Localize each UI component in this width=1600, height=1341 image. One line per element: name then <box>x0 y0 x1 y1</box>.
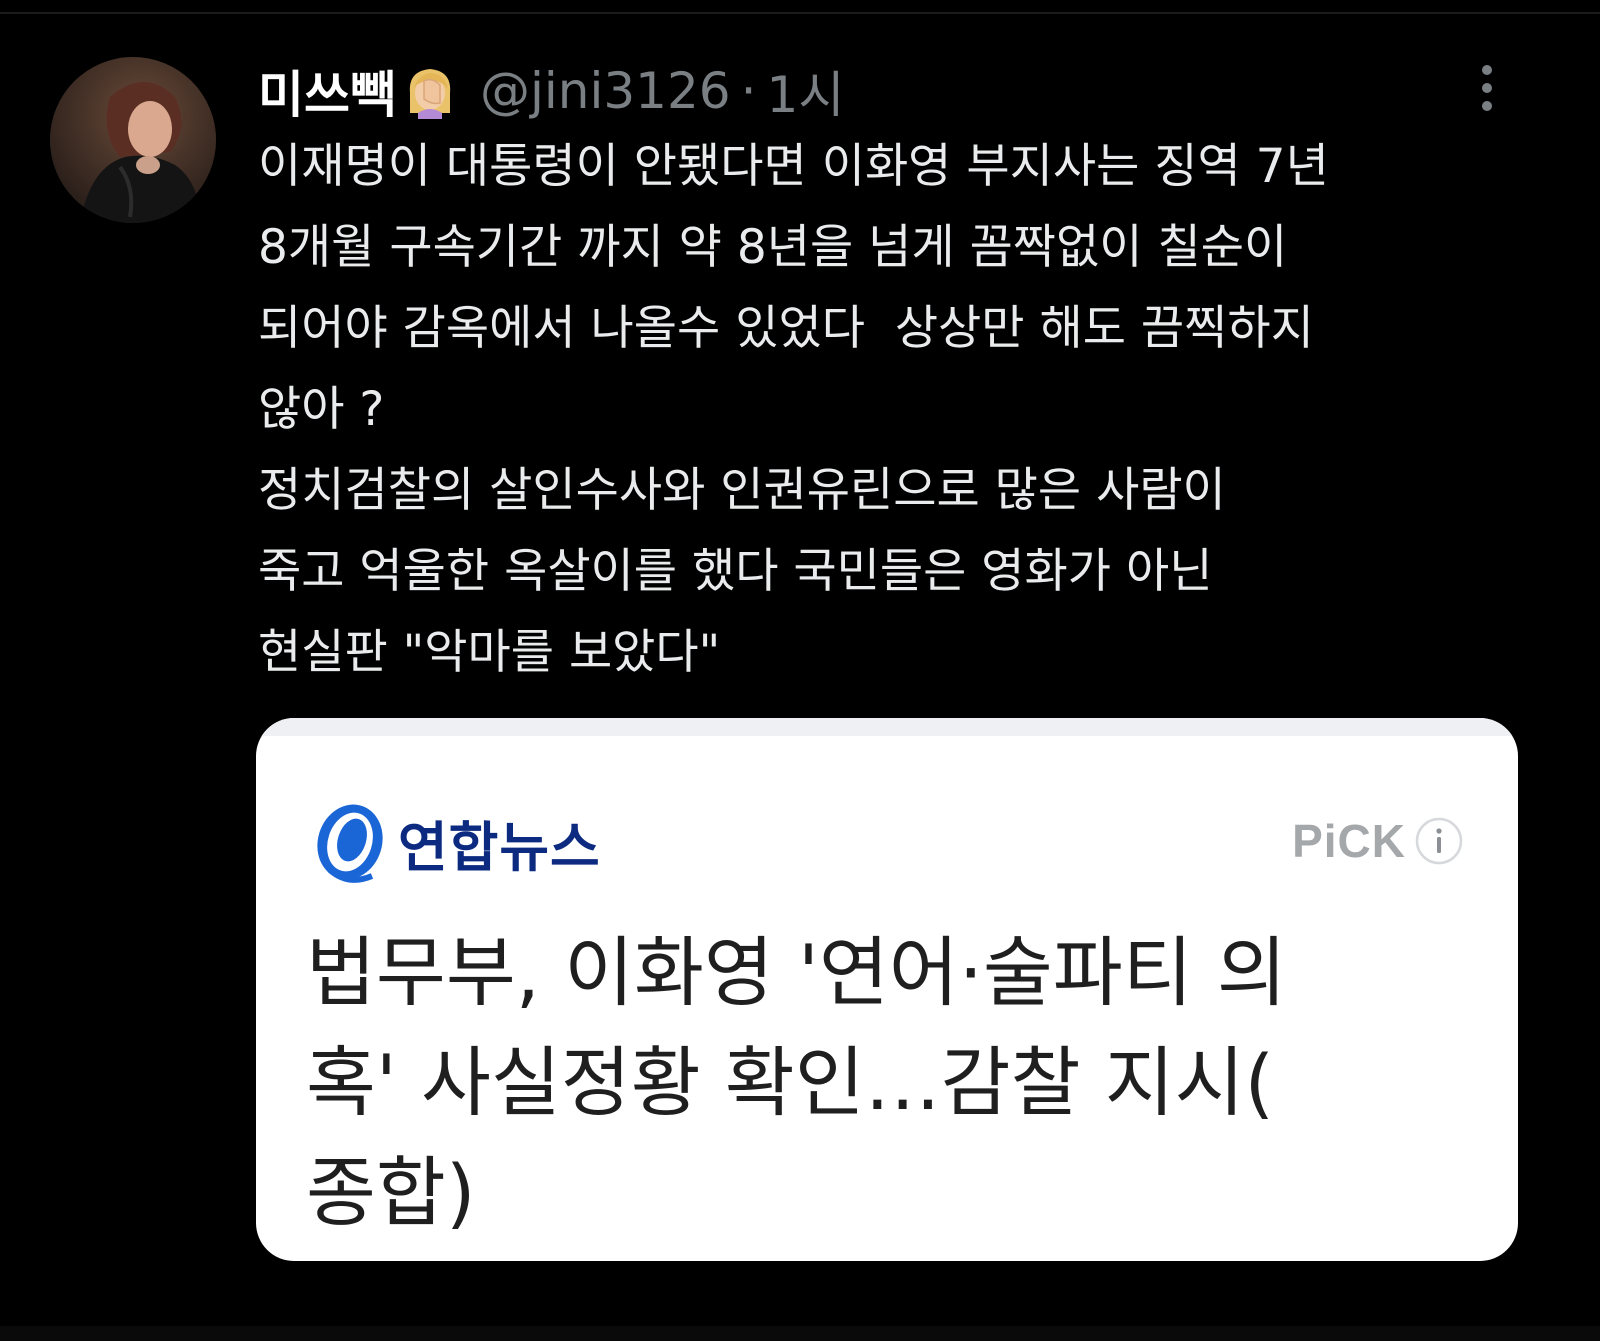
tweet-text-line: 않아 ? <box>258 382 385 437</box>
top-divider <box>0 12 1600 14</box>
action-bar-edge <box>0 1326 1600 1341</box>
pick-label: PiCK <box>1292 815 1406 867</box>
tweet-text: 이재명이 대통령이 안됐다면 이화영 부지사는 징역 7년 8개월 구속기간 까… <box>258 126 1558 693</box>
headline-line: 혹' 사실정황 확인…감찰 지시( <box>306 1038 1275 1127</box>
user-handle[interactable]: @jini3126 <box>480 62 731 120</box>
tweet-text-line: 이재명이 대통령이 안됐다면 이화영 부지사는 징역 7년 <box>258 139 1329 194</box>
timestamp[interactable]: 1시 <box>767 55 845 127</box>
news-headline: 법무부, 이화영 '연어·술파티 의 혹' 사실정황 확인…감찰 지시( 종합) <box>306 918 1466 1248</box>
tweet-text-line: 8개월 구속기간 까지 약 8년을 넘게 꼼짝없이 칠순이 <box>258 220 1288 275</box>
tweet-text-line: 현실판 "악마를 보았다" <box>258 625 721 680</box>
yonhap-news-logo-icon <box>308 796 392 888</box>
meta-separator: · <box>740 62 757 120</box>
display-name[interactable]: 미쓰빽 <box>258 55 396 127</box>
tweet-text-line: 되어야 감옥에서 나올수 있었다 상상만 해도 끔찍하지 <box>258 301 1314 356</box>
news-source: 연합뉴스 <box>308 796 601 888</box>
tweet-text-line: 정치검찰의 살인수사와 인권유린으로 많은 사람이 <box>258 463 1226 518</box>
news-source-name: 연합뉴스 <box>398 815 601 879</box>
avatar-photo <box>50 57 216 223</box>
news-card[interactable]: 연합뉴스 PiCK 법무부, 이화영 '연어·술파티 의 혹' 사실정황 확인…… <box>256 718 1518 1261</box>
tweet-text-line: 죽고 억울한 옥살이를 했다 국민들은 영화가 아닌 <box>258 544 1213 599</box>
info-circle-icon[interactable] <box>1414 816 1464 866</box>
headline-line: 법무부, 이화영 '연어·술파티 의 <box>306 928 1287 1017</box>
more-vertical-icon[interactable] <box>1474 60 1504 120</box>
avatar[interactable] <box>50 57 216 223</box>
person-facepalming-emoji-icon <box>402 63 458 119</box>
headline-line: 종합) <box>306 1148 476 1237</box>
card-top-band <box>256 718 1518 736</box>
pick-badge[interactable]: PiCK <box>1292 814 1464 868</box>
tweet-header: 미쓰빽 @jini3126 · 1시 <box>258 56 844 126</box>
